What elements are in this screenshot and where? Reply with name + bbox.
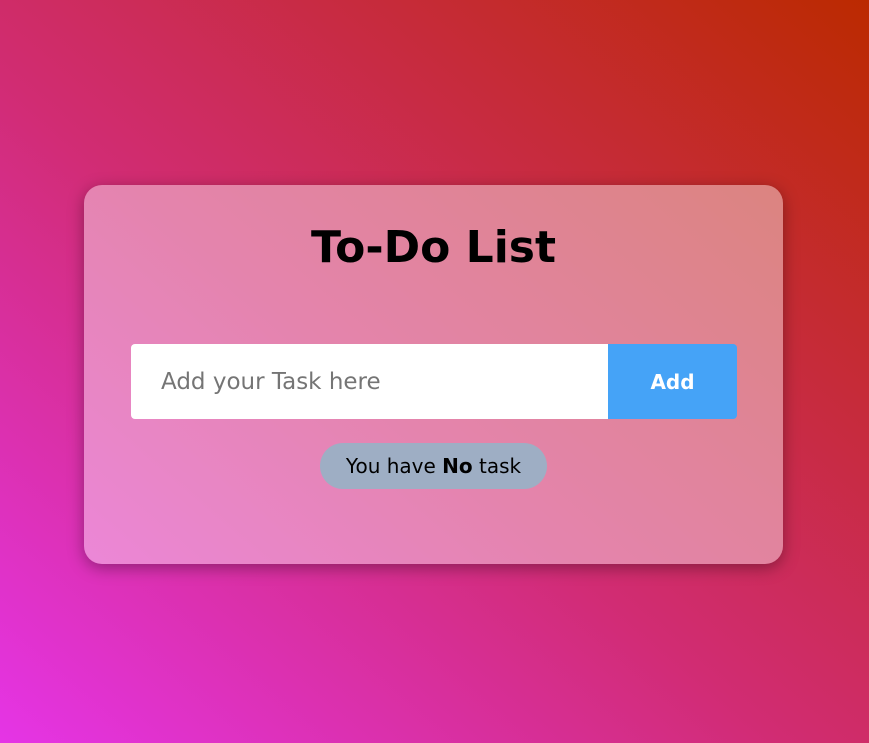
task-count-value: No	[442, 454, 473, 478]
task-count-suffix: task	[472, 454, 522, 478]
task-input[interactable]	[131, 344, 608, 419]
task-count-prefix: You have	[345, 454, 443, 478]
task-form: Add	[131, 344, 737, 419]
app-title: To-Do List	[310, 222, 557, 273]
todo-card: To-Do List Add You have No task	[84, 185, 783, 564]
task-count-badge: You have No task	[320, 443, 547, 489]
add-button[interactable]: Add	[608, 344, 737, 419]
